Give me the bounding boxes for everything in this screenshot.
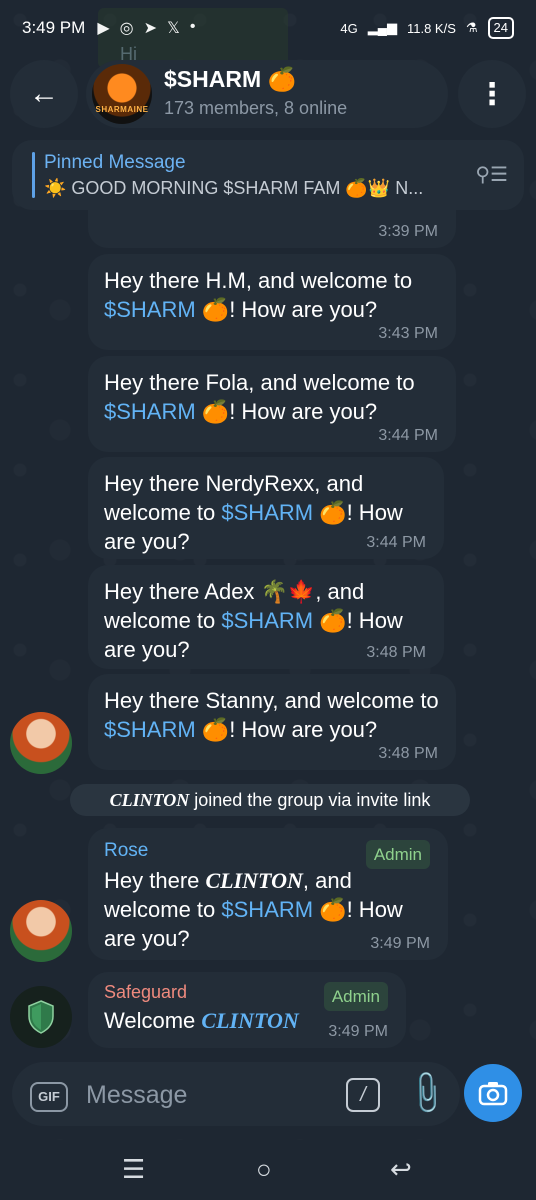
message-link[interactable]: $SHARM <box>104 399 196 424</box>
mention-name[interactable]: CLINTON <box>206 868 303 893</box>
more-options-button[interactable]: ⋮ <box>458 60 526 128</box>
back-nav-icon[interactable]: ↩ <box>390 1154 412 1185</box>
message-bubble[interactable]: Hey there H.M, and welcome to $SHARM 🍊! … <box>88 254 456 350</box>
message-time: 3:44 PM <box>378 427 438 444</box>
vertical-dots-icon: ⋮ <box>477 77 507 111</box>
safeguard-avatar[interactable] <box>10 986 72 1048</box>
dot-icon: • <box>189 18 196 35</box>
message-link[interactable]: $SHARM <box>104 297 196 322</box>
message-time: 3:44 PM <box>366 534 426 551</box>
status-right: 4G ▂▄▆ 11.8 K/S ⚗ 24 <box>340 17 514 39</box>
message-time: 3:43 PM <box>378 325 438 342</box>
message-text: Hey there Stanny, and welcome to <box>104 688 439 713</box>
shield-icon <box>28 1000 54 1034</box>
paperclip-icon[interactable]: 📎 <box>401 1068 452 1119</box>
back-button[interactable]: ← <box>10 60 78 128</box>
youtube-icon: ▶ <box>97 20 110 37</box>
bot-command-button[interactable]: / <box>346 1078 380 1112</box>
chat-header: ← SHARMAINE $SHARM 🍊 173 members, 8 onli… <box>0 60 536 130</box>
clock: 3:49 PM <box>22 18 86 37</box>
group-member-count: 173 members, 8 online <box>164 98 348 118</box>
message-bubble[interactable]: Hey there Fola, and welcome to $SHARM 🍊!… <box>88 356 456 452</box>
composer-bar: GIF / 📎 <box>12 1062 460 1126</box>
message-time: 3:48 PM <box>378 745 438 762</box>
message-link[interactable]: $SHARM <box>221 608 313 633</box>
message-bubble[interactable]: Rose Admin Hey there CLINTON, and welcom… <box>88 828 448 960</box>
service-message: CLINTON joined the group via invite link <box>70 784 470 816</box>
service-text: joined the group via invite link <box>189 790 431 810</box>
message-text: Hey there H.M, and welcome to <box>104 268 413 293</box>
message-time: 3:49 PM <box>328 1023 388 1040</box>
message-bubble[interactable]: Hey there Stanny, and welcome to $SHARM … <box>88 674 456 770</box>
message-time: 3:39 PM <box>378 223 438 240</box>
rose-avatar[interactable] <box>10 712 72 774</box>
network-label: 4G <box>340 20 358 36</box>
arrow-left-icon: ← <box>29 77 59 110</box>
gif-button[interactable]: GIF <box>30 1082 68 1112</box>
signal-icon: ▂▄▆ <box>367 20 397 35</box>
camera-button[interactable] <box>464 1064 522 1122</box>
message-link[interactable]: $SHARM <box>221 500 313 525</box>
pin-list-icon[interactable]: ⚲☰ <box>475 162 508 187</box>
message-time: 3:48 PM <box>366 644 426 661</box>
message-bubble[interactable]: Hey there Adex 🌴🍁, and welcome to $SHARM… <box>88 565 444 669</box>
message-link[interactable]: $SHARM <box>104 717 196 742</box>
message-input[interactable] <box>84 1072 328 1118</box>
chat-title-area[interactable]: SHARMAINE $SHARM 🍊 173 members, 8 online <box>86 60 448 128</box>
x-icon: 𝕏 <box>167 20 180 37</box>
message-text: Hey there Fola, and welcome to <box>104 370 415 395</box>
system-navigation-bar: ☰ ○ ↩ <box>0 1140 536 1200</box>
message-bubble[interactable]: 3:39 PM <box>88 200 456 248</box>
group-avatar-label: SHARMAINE <box>95 105 149 114</box>
rose-avatar[interactable] <box>10 900 72 962</box>
message-text: 🍊! How are you? <box>195 717 378 742</box>
recents-icon[interactable]: ☰ <box>122 1154 145 1185</box>
message-link[interactable]: $SHARM <box>221 897 313 922</box>
mention-name[interactable]: CLINTON <box>201 1008 298 1033</box>
group-avatar: SHARMAINE <box>92 64 152 124</box>
message-bubble[interactable]: Safeguard Admin Welcome CLINTON 3:49 PM <box>88 972 406 1048</box>
home-icon[interactable]: ○ <box>256 1154 272 1185</box>
speed-label: 11.8 K/S <box>406 20 456 36</box>
flask-icon: ⚗ <box>465 20 478 35</box>
camera-icon <box>478 1082 508 1106</box>
pinned-indicator <box>32 152 35 198</box>
telegram-icon: ➤ <box>143 20 157 37</box>
status-bar: 3:49 PM ▶ ◎ ➤ 𝕏 • 4G ▂▄▆ 11.8 K/S ⚗ 24 <box>0 0 536 56</box>
pinned-title: Pinned Message <box>44 152 186 173</box>
message-text: 🍊! How are you? <box>195 399 378 424</box>
message-text: 🍊! How are you? <box>195 297 378 322</box>
message-time: 3:49 PM <box>370 935 430 952</box>
admin-badge: Admin <box>365 840 430 869</box>
joined-user-name[interactable]: CLINTON <box>110 790 190 810</box>
message-bubble[interactable]: Hey there NerdyRexx, and welcome to $SHA… <box>88 457 444 559</box>
battery-indicator: 24 <box>487 17 514 39</box>
admin-badge: Admin <box>323 982 388 1011</box>
group-title: $SHARM 🍊 <box>164 66 297 92</box>
notification-icons: ▶ ◎ ➤ 𝕏 • <box>97 18 195 38</box>
pinned-text: ☀️ GOOD MORNING $SHARM FAM 🍊👑 N... <box>44 178 424 198</box>
message-text: Hey there <box>104 868 206 893</box>
message-text: Welcome <box>104 1008 202 1033</box>
whatsapp-icon: ◎ <box>119 20 134 37</box>
